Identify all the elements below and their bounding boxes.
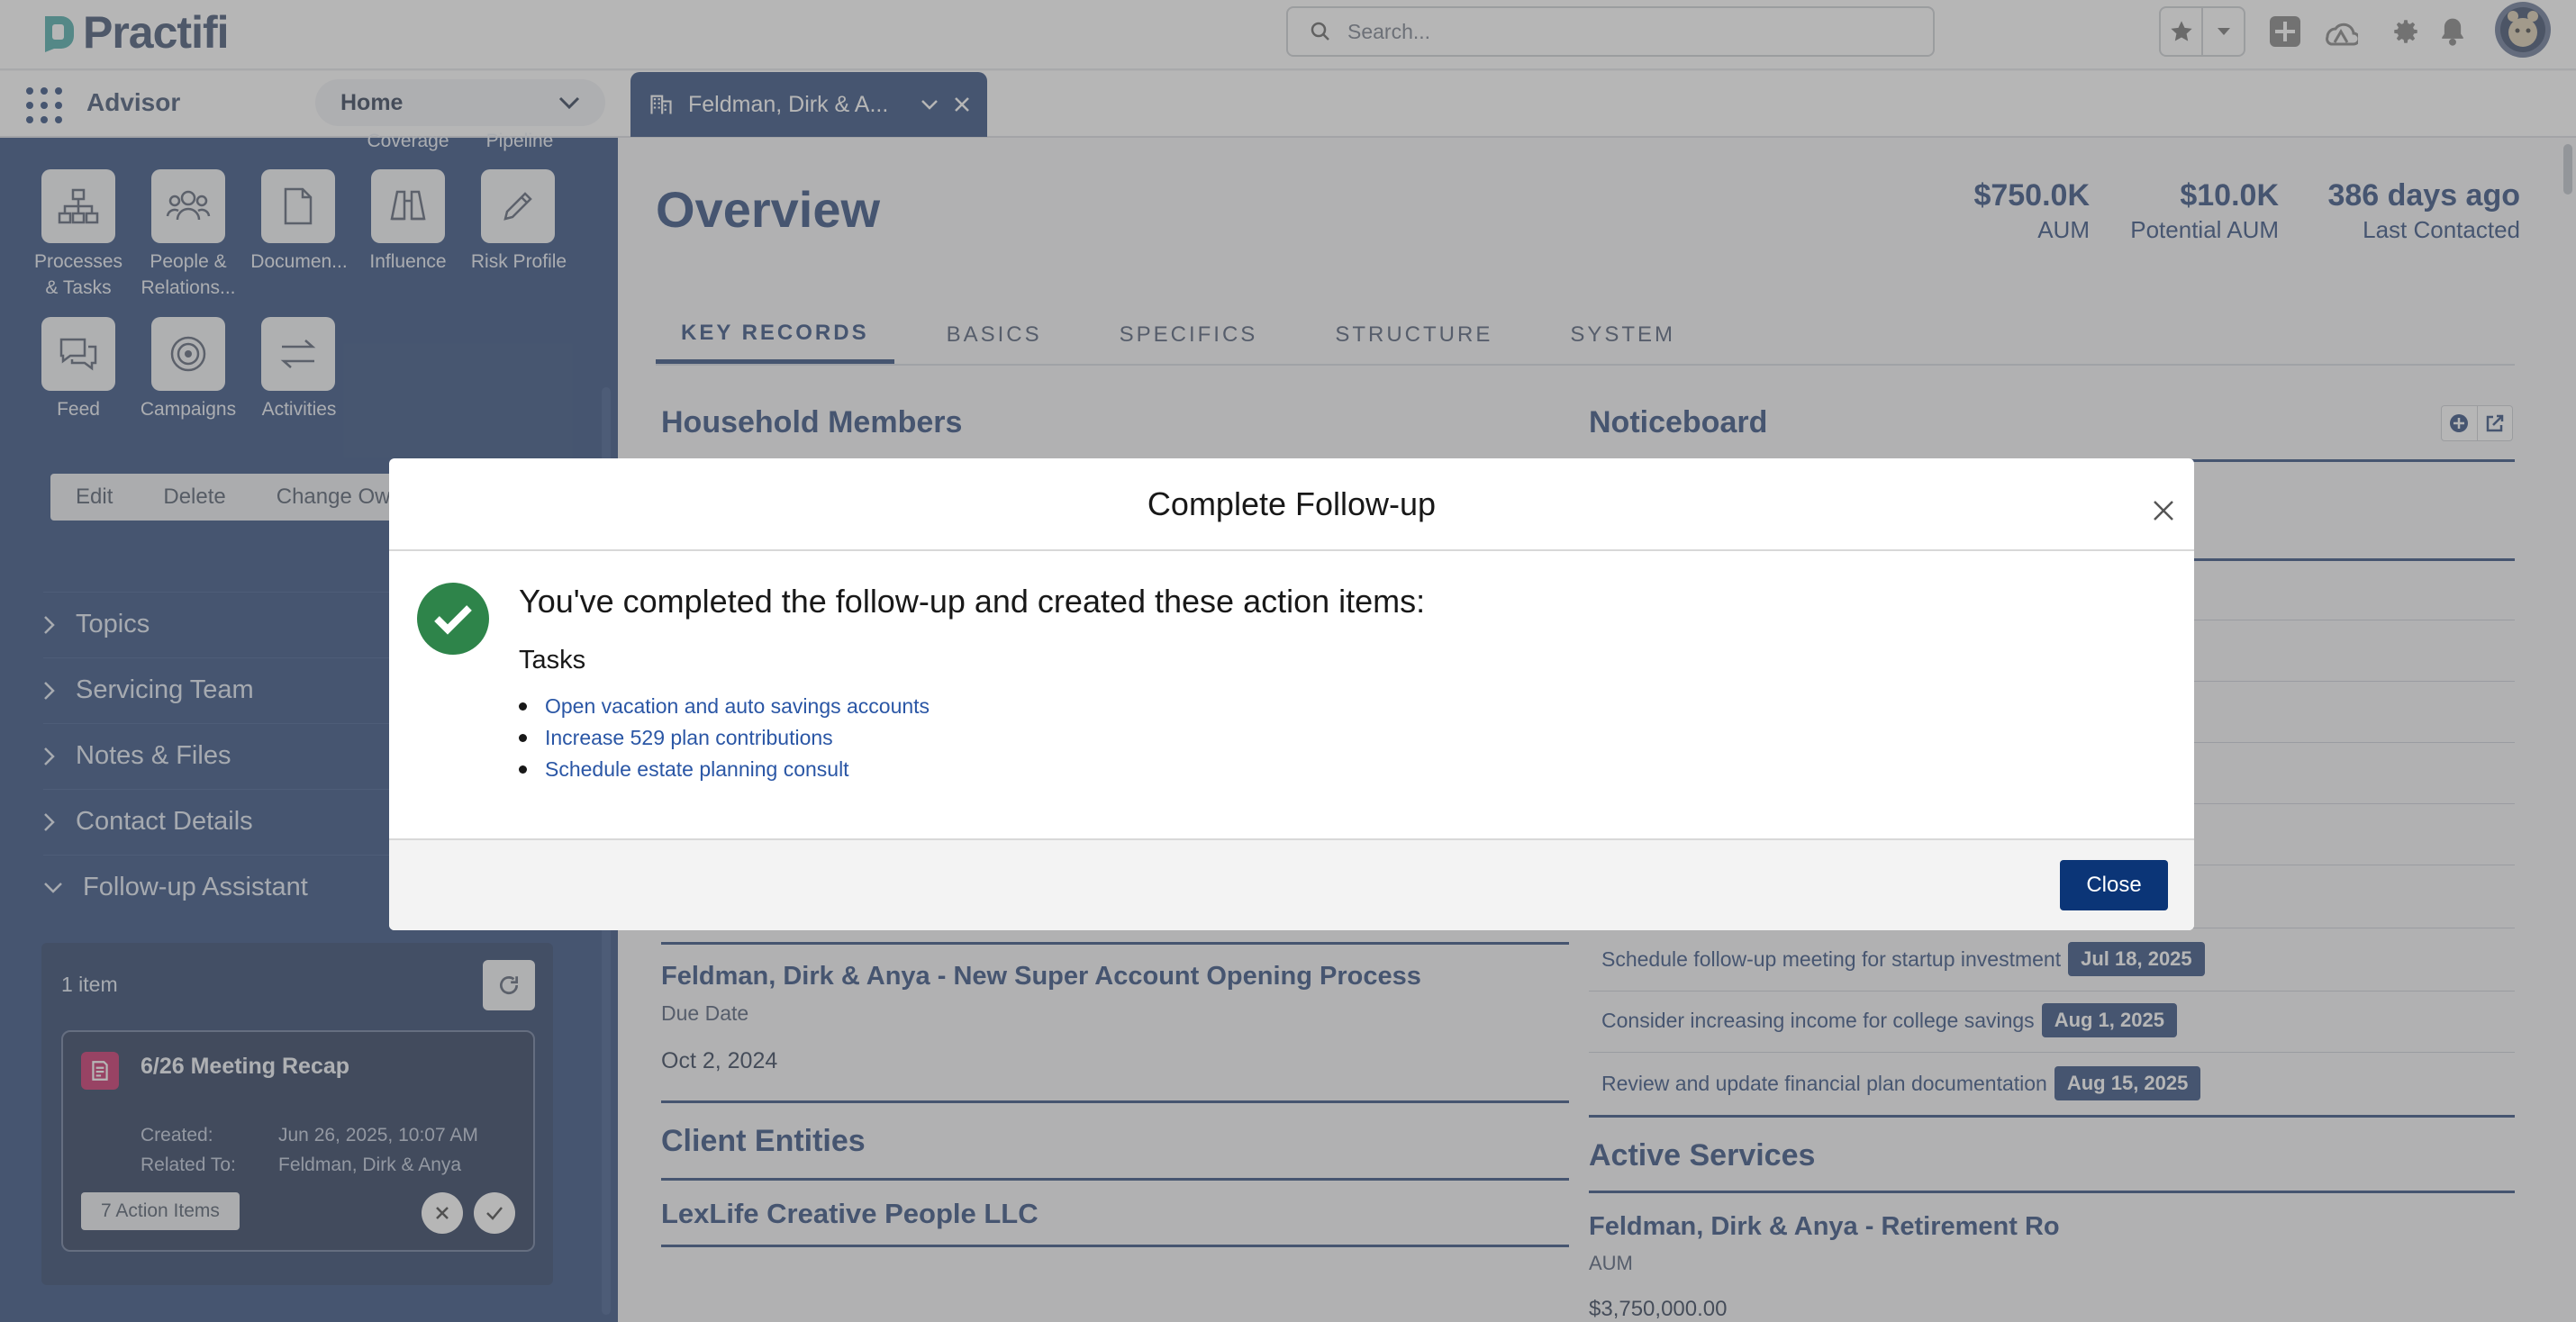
task-link[interactable]: Open vacation and auto savings accounts xyxy=(545,694,930,719)
tasks-subheading: Tasks xyxy=(519,646,586,675)
task-link[interactable]: Schedule estate planning consult xyxy=(545,757,849,782)
modal-title: Complete Follow-up xyxy=(389,458,2194,551)
bullet xyxy=(519,702,527,711)
close-button[interactable]: Close xyxy=(2060,860,2168,910)
success-check-icon xyxy=(417,583,489,655)
modal-footer xyxy=(389,838,2194,930)
task-link[interactable]: Increase 529 plan contributions xyxy=(545,726,833,750)
bullet xyxy=(519,734,527,742)
task-list-item: Open vacation and auto savings accounts xyxy=(519,691,930,722)
bullet xyxy=(519,765,527,774)
complete-follow-up-modal: Complete Follow-up You've completed the … xyxy=(389,458,2194,930)
modal-close-x-button[interactable] xyxy=(2151,498,2176,523)
created-tasks-list: Open vacation and auto savings accounts … xyxy=(519,691,930,785)
task-list-item: Schedule estate planning consult xyxy=(519,754,930,785)
modal-heading: You've completed the follow-up and creat… xyxy=(519,583,1426,620)
close-icon xyxy=(2154,501,2173,521)
task-list-item: Increase 529 plan contributions xyxy=(519,722,930,754)
